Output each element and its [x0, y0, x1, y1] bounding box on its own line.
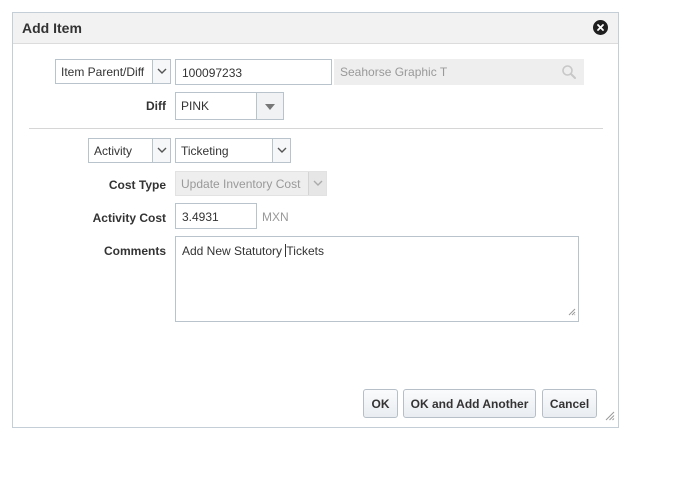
- close-icon[interactable]: [593, 20, 608, 35]
- cost-type-select: Update Inventory Cost: [175, 171, 327, 196]
- activity-type-select-value: Activity: [94, 144, 133, 158]
- ok-and-add-another-button[interactable]: OK and Add Another: [403, 389, 536, 418]
- cancel-button[interactable]: Cancel: [542, 389, 597, 418]
- dialog-header: Add Item: [13, 13, 618, 44]
- item-description-field: Seahorse Graphic T: [334, 59, 584, 85]
- section-divider: [29, 128, 603, 129]
- add-item-dialog: Add Item Item Parent/Diff 100097233 Seah…: [12, 12, 619, 428]
- resize-grip-icon[interactable]: [568, 305, 576, 319]
- dialog-title: Add Item: [22, 20, 82, 36]
- diff-select-value: PINK: [181, 99, 210, 113]
- dropdown-triangle-icon[interactable]: [256, 93, 283, 119]
- chevron-down-icon: [308, 172, 326, 195]
- currency-code: MXN: [262, 210, 289, 224]
- activity-cost-input[interactable]: 3.4931: [175, 203, 257, 229]
- search-icon[interactable]: [561, 64, 577, 83]
- activity-select[interactable]: Ticketing: [175, 138, 291, 163]
- item-number-input[interactable]: 100097233: [175, 59, 332, 85]
- diff-label: Diff: [146, 99, 166, 113]
- activity-cost-value: 3.4931: [182, 210, 219, 224]
- item-type-select-value: Item Parent/Diff: [61, 65, 145, 79]
- dialog-resize-grip-icon[interactable]: [605, 410, 615, 424]
- comments-text: Add New Statutory Tickets: [182, 244, 324, 258]
- chevron-down-icon[interactable]: [152, 139, 170, 162]
- item-number-value: 100097233: [182, 66, 243, 80]
- chevron-down-icon[interactable]: [272, 139, 290, 162]
- activity-cost-label: Activity Cost: [92, 211, 166, 225]
- item-description-value: Seahorse Graphic T: [340, 65, 448, 79]
- cost-type-label: Cost Type: [108, 178, 166, 192]
- cost-type-select-value: Update Inventory Cost: [181, 177, 301, 191]
- activity-select-value: Ticketing: [181, 144, 229, 158]
- chevron-down-icon[interactable]: [152, 60, 170, 83]
- comments-textarea[interactable]: Add New Statutory Tickets: [175, 236, 579, 322]
- ok-button[interactable]: OK: [363, 389, 398, 418]
- activity-type-select[interactable]: Activity: [88, 138, 171, 163]
- item-type-select[interactable]: Item Parent/Diff: [55, 59, 171, 84]
- diff-select[interactable]: PINK: [175, 92, 284, 120]
- comments-label: Comments: [103, 244, 166, 258]
